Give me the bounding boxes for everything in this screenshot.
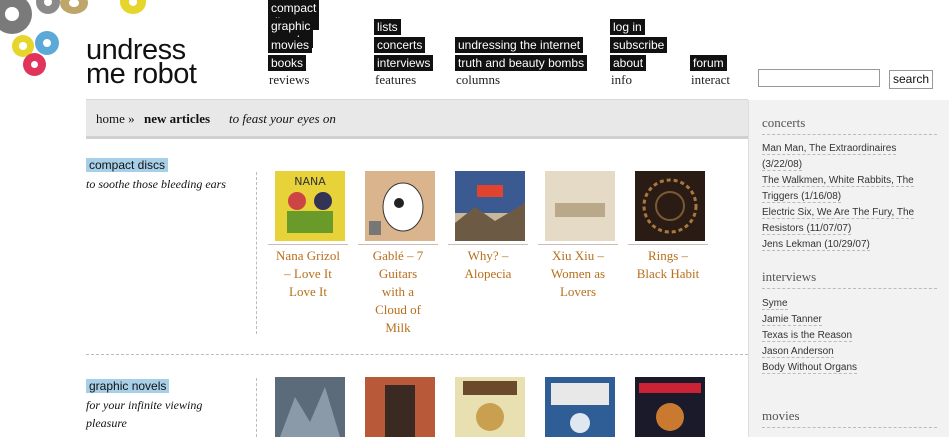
sidebar-heading-movies[interactable]: movies <box>762 408 800 424</box>
sidebar-item-interview[interactable]: Body Without Organs <box>762 360 934 376</box>
description-line: for your infinite viewing <box>86 398 203 412</box>
logo-line2: me robot <box>86 58 197 90</box>
yellow-gear-icon <box>120 0 146 14</box>
nav-caption-interact[interactable]: interact <box>691 72 730 88</box>
title-line: with a <box>381 284 415 299</box>
gray-gear-icon <box>36 0 60 14</box>
sidebar-divider <box>762 288 937 289</box>
site-logo[interactable]: undress me robot <box>86 36 197 90</box>
title-line: Lovers <box>559 284 597 299</box>
title-line: Women as <box>550 266 606 281</box>
nav-books[interactable]: books <box>268 55 307 71</box>
nav-about[interactable]: about <box>610 55 647 71</box>
title-line: Black Habit <box>636 266 700 281</box>
item-line: Triggers (1/16/08) <box>762 191 842 203</box>
album-cover[interactable] <box>545 171 615 241</box>
album-title[interactable]: Nana Grizol – Love It Love It <box>268 244 348 301</box>
album-title[interactable]: Gablé – 7 Guitars with a Cloud of Milk <box>358 244 438 337</box>
divider <box>256 172 257 334</box>
section-description: for your infinite viewing pleasure <box>86 396 202 432</box>
nav-caption-columns[interactable]: columns <box>456 72 500 88</box>
breadcrumb: home » new articles to feast your eyes o… <box>86 99 748 139</box>
comic-cover[interactable] <box>275 377 345 437</box>
sidebar-item-interview[interactable]: Texas is the Reason <box>762 328 934 344</box>
divider <box>256 378 257 437</box>
search-input[interactable] <box>758 69 880 87</box>
item-line: Body Without Organs <box>762 362 858 374</box>
title-line: Nana Grizol <box>276 248 340 263</box>
nav-interviews[interactable]: interviews <box>374 55 434 71</box>
tan-gear-icon <box>60 0 88 14</box>
section-description: to soothe those bleeding ears <box>86 177 226 191</box>
gears-logo-icon <box>0 0 146 80</box>
title-line: – Love It <box>284 266 332 281</box>
item-line: Resistors (11/07/07) <box>762 223 852 235</box>
section-divider <box>86 354 748 355</box>
nav-log-in[interactable]: log in <box>610 19 645 35</box>
comic-cover[interactable] <box>365 377 435 437</box>
title-line: Alopecia <box>464 266 512 281</box>
svg-text:NANA: NANA <box>294 175 326 188</box>
sidebar-item-concert[interactable]: Jens Lekman (10/29/07) <box>762 237 934 253</box>
title-line: Love It <box>289 284 327 299</box>
item-line: Electric Six, We Are The Fury, The <box>762 207 915 219</box>
sidebar-heading-concerts[interactable]: concerts <box>762 115 805 131</box>
item-line: Jens Lekman (10/29/07) <box>762 239 870 251</box>
album-cover[interactable]: NANA <box>275 171 345 241</box>
album-cover[interactable] <box>455 171 525 241</box>
nav-subscribe[interactable]: subscribe <box>610 37 668 53</box>
item-line: The Walkmen, White Rabbits, The <box>762 175 914 187</box>
sidebar-item-interview[interactable]: Jason Anderson <box>762 344 934 360</box>
breadcrumb-tagline: to feast your eyes on <box>229 111 336 126</box>
title-line: Guitars <box>378 266 418 281</box>
nav-truth-and-beauty-bombs[interactable]: truth and beauty bombs <box>455 55 588 71</box>
album-title[interactable]: Why? – Alopecia <box>448 244 528 283</box>
nav-undressing-the-internet[interactable]: undressing the internet <box>455 37 584 53</box>
sidebar-item-interview[interactable]: Jamie Tanner <box>762 312 934 328</box>
nav-concerts[interactable]: concerts <box>374 37 426 53</box>
breadcrumb-current: new articles <box>144 111 211 126</box>
album-title[interactable]: Xiu Xiu – Women as Lovers <box>538 244 618 301</box>
item-line: (3/22/08) <box>762 159 803 171</box>
title-line: Rings – <box>647 248 689 263</box>
red-gear-icon <box>23 53 46 76</box>
sidebar-divider <box>762 134 937 135</box>
title-line: Gablé – 7 <box>372 248 424 263</box>
nav-forum[interactable]: forum <box>690 55 727 71</box>
section-label-compact-discs[interactable]: compact discs <box>86 158 169 172</box>
description-line: pleasure <box>86 416 127 430</box>
sidebar-item-concert[interactable]: The Walkmen, White Rabbits, The Triggers… <box>762 173 934 205</box>
comic-cover[interactable] <box>545 377 615 437</box>
nav-lists[interactable]: lists <box>374 19 401 35</box>
title-line: Cloud of <box>375 302 421 317</box>
item-line: Man Man, The Extraordinaires <box>762 143 897 155</box>
search-button[interactable]: search <box>889 70 933 89</box>
sidebar: concerts Man Man, The Extraordinaires (3… <box>748 100 949 437</box>
album-cover[interactable] <box>635 171 705 241</box>
nav-caption-features[interactable]: features <box>375 72 416 88</box>
sidebar-heading-interviews[interactable]: interviews <box>762 269 816 285</box>
breadcrumb-home[interactable]: home » <box>96 111 135 127</box>
item-line: Texas is the Reason <box>762 330 853 342</box>
comic-cover[interactable] <box>455 377 525 437</box>
comic-cover[interactable] <box>635 377 705 437</box>
nav-movies[interactable]: movies <box>268 37 313 53</box>
item-line: Jamie Tanner <box>762 314 822 326</box>
item-line: Syme <box>762 298 788 310</box>
album-title[interactable]: Rings – Black Habit <box>628 244 708 283</box>
nav-caption-info[interactable]: info <box>611 72 632 88</box>
gray-gear-icon <box>0 0 32 34</box>
title-line: Milk <box>385 320 411 335</box>
sidebar-divider <box>762 427 937 428</box>
blue-gear-icon <box>35 31 59 55</box>
section-label-graphic-novels[interactable]: graphic novels <box>86 379 170 393</box>
sidebar-item-concert[interactable]: Man Man, The Extraordinaires (3/22/08) <box>762 141 934 173</box>
title-line: Why? – <box>467 248 509 263</box>
title-line: Xiu Xiu – <box>552 248 604 263</box>
nav-caption-reviews[interactable]: reviews <box>269 72 309 88</box>
album-cover[interactable] <box>365 171 435 241</box>
sidebar-item-interview[interactable]: Syme <box>762 296 934 312</box>
item-line: Jason Anderson <box>762 346 834 358</box>
sidebar-item-concert[interactable]: Electric Six, We Are The Fury, The Resis… <box>762 205 934 237</box>
